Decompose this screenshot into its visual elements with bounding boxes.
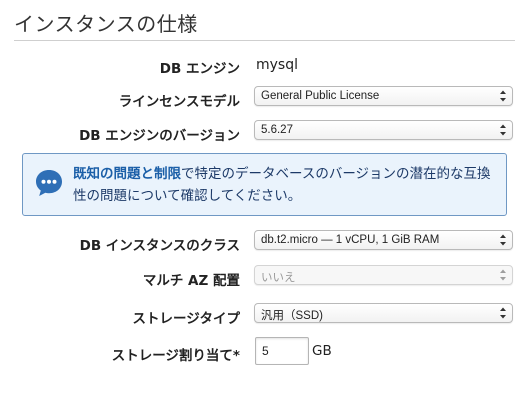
known-issues-link[interactable]: 既知の問題と制限	[73, 166, 181, 182]
speech-bubble-icon	[36, 170, 62, 196]
multi-az-label: マルチ AZ 配置	[142, 273, 240, 289]
license-model-selected: General Public License	[261, 90, 380, 102]
select-arrows-icon	[500, 269, 506, 281]
section-divider	[14, 40, 515, 41]
instance-class-row: DB インスタンスのクラス db.t2.micro — 1 vCPU, 1 Gi…	[0, 230, 529, 255]
license-model-row: ラインセンスモデル General Public License	[0, 86, 529, 111]
select-arrows-icon	[500, 307, 506, 319]
info-message: 既知の問題と制限で特定のデータベースのバージョンの潜在的な互換性の問題について確…	[73, 163, 503, 207]
instance-class-selected: db.t2.micro — 1 vCPU, 1 GiB RAM	[261, 234, 440, 246]
select-arrows-icon	[500, 90, 506, 102]
engine-version-row: DB エンジンのバージョン 5.6.27	[0, 120, 529, 145]
storage-type-row: ストレージタイプ 汎用（SSD)	[0, 303, 529, 328]
known-issues-info-box: 既知の問題と制限で特定のデータベースのバージョンの潜在的な互換性の問題について確…	[22, 153, 507, 216]
db-engine-row: DB エンジン mysql	[0, 54, 529, 78]
storage-type-selected: 汎用（SSD)	[261, 310, 323, 322]
storage-type-label: ストレージタイプ	[132, 311, 240, 327]
allocated-storage-row: ストレージ割り当て* GB	[0, 337, 529, 365]
select-arrows-icon	[500, 234, 506, 246]
storage-type-select[interactable]: 汎用（SSD)	[254, 303, 513, 323]
storage-unit: GB	[312, 343, 332, 359]
engine-version-label: DB エンジンのバージョン	[79, 128, 240, 144]
multi-az-row: マルチ AZ 配置 いいえ	[0, 265, 529, 290]
db-engine-label: DB エンジン	[159, 61, 240, 77]
select-arrows-icon	[500, 124, 506, 136]
instance-class-label: DB インスタンスのクラス	[79, 238, 240, 254]
instance-class-select[interactable]: db.t2.micro — 1 vCPU, 1 GiB RAM	[254, 230, 513, 250]
multi-az-selected: いいえ	[261, 272, 296, 284]
db-engine-value: mysql	[256, 57, 298, 73]
allocated-storage-input[interactable]	[255, 337, 309, 365]
multi-az-select[interactable]: いいえ	[254, 265, 513, 285]
engine-version-select[interactable]: 5.6.27	[254, 120, 513, 140]
license-model-select[interactable]: General Public License	[254, 86, 513, 106]
instance-spec-panel: インスタンスの仕様 DB エンジン mysql ラインセンスモデル Genera…	[0, 0, 529, 393]
section-title: インスタンスの仕様	[14, 12, 198, 36]
allocated-storage-label: ストレージ割り当て*	[111, 348, 240, 364]
engine-version-selected: 5.6.27	[261, 124, 293, 136]
license-model-label: ラインセンスモデル	[118, 94, 240, 110]
